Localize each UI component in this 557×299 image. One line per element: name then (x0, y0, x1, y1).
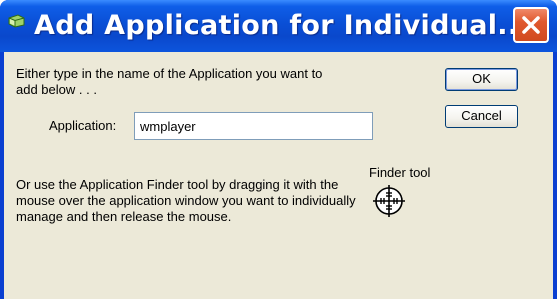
application-label: Application: (49, 118, 117, 133)
dialog-window: Add Application for Individual... Either… (0, 0, 557, 299)
dialog-body: Either type in the name of the Applicati… (4, 52, 553, 299)
application-input[interactable] (134, 112, 373, 140)
close-button[interactable] (513, 7, 549, 43)
finder-instruction-text: Or use the Application Finder tool by dr… (16, 177, 356, 224)
window-title: Add Application for Individual... (34, 10, 529, 41)
app-icon (7, 14, 25, 28)
close-icon (522, 16, 540, 34)
finder-tool-label: Finder tool (369, 165, 431, 180)
title-bar[interactable]: Add Application for Individual... (0, 0, 557, 52)
instruction-text: Either type in the name of the Applicati… (16, 66, 323, 97)
cancel-button[interactable]: Cancel (445, 105, 518, 128)
crosshair-icon[interactable] (372, 184, 406, 218)
ok-button[interactable]: OK (445, 68, 518, 91)
